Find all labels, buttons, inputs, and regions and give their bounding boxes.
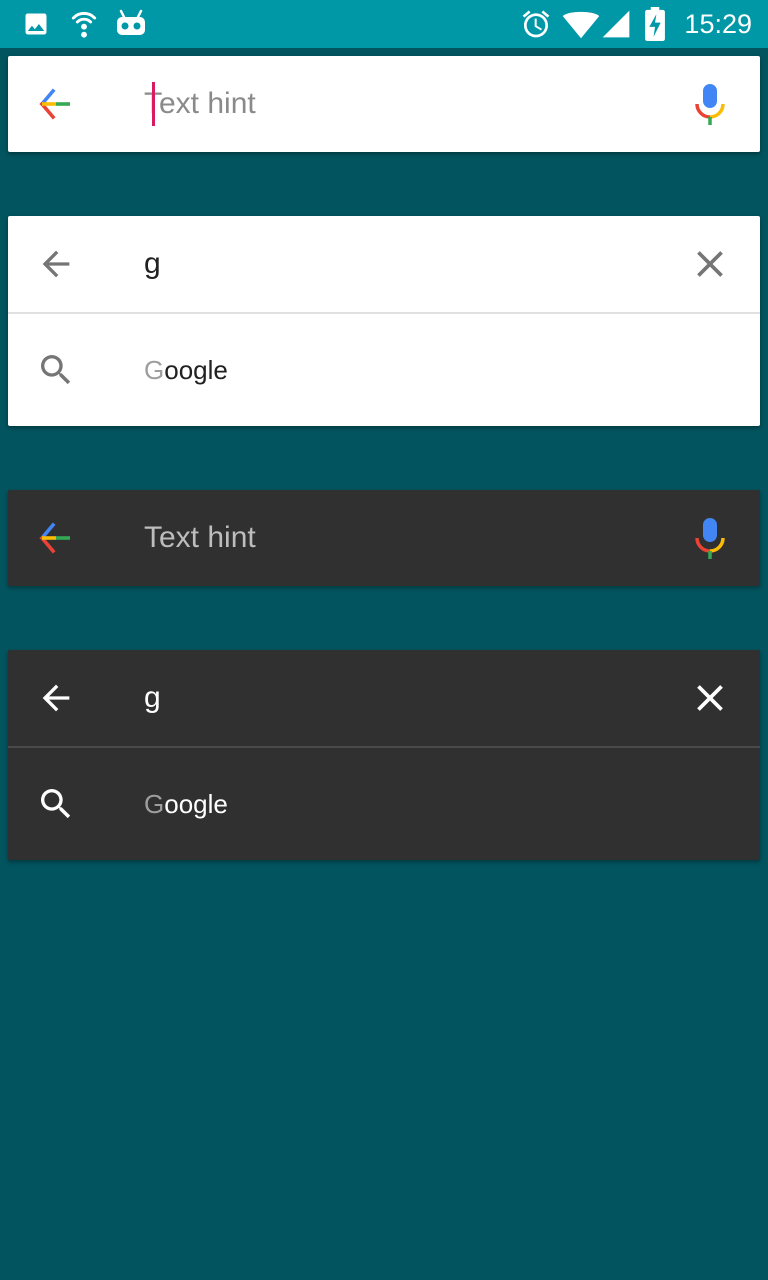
android-debug-icon xyxy=(114,0,148,48)
back-arrow-icon[interactable] xyxy=(36,244,76,284)
mic-icon[interactable] xyxy=(688,516,732,560)
search-bar-light-idle: Text hint xyxy=(8,56,760,152)
search-query[interactable]: g xyxy=(144,216,161,312)
close-icon[interactable] xyxy=(688,676,732,720)
suggestion-text[interactable]: Google xyxy=(144,748,228,860)
suggestion-item[interactable]: Google xyxy=(8,314,760,426)
wifi-hotspot-icon xyxy=(68,0,100,48)
search-hint[interactable]: Text hint xyxy=(144,490,256,586)
search-icon xyxy=(36,784,76,824)
status-time: 15:29 xyxy=(684,9,752,39)
search-icon xyxy=(36,350,76,390)
back-arrow-multicolor-icon[interactable] xyxy=(36,518,76,558)
mic-icon[interactable] xyxy=(688,82,732,126)
search-row[interactable]: Text hint xyxy=(8,56,760,152)
alarm-icon xyxy=(520,0,552,48)
text-cursor xyxy=(152,82,155,126)
close-icon[interactable] xyxy=(688,242,732,286)
back-arrow-multicolor-icon[interactable] xyxy=(36,84,76,124)
image-icon xyxy=(22,0,50,48)
search-hint[interactable]: Text hint xyxy=(144,56,256,152)
back-arrow-icon[interactable] xyxy=(36,678,76,718)
search-bar-dark-idle: Text hint xyxy=(8,490,760,586)
search-row[interactable]: Text hint xyxy=(8,490,760,586)
search-row[interactable]: g xyxy=(8,650,760,746)
battery-charging-icon xyxy=(644,0,666,48)
search-row[interactable]: g xyxy=(8,216,760,312)
signal-icon xyxy=(600,0,632,48)
search-bar-dark-active: g Google xyxy=(8,650,760,860)
search-bar-light-active: g Google xyxy=(8,216,760,426)
wifi-icon xyxy=(562,0,600,48)
status-bar: 15:29 xyxy=(0,0,768,48)
suggestion-text[interactable]: Google xyxy=(144,314,228,426)
search-query[interactable]: g xyxy=(144,650,161,746)
suggestion-item[interactable]: Google xyxy=(8,748,760,860)
